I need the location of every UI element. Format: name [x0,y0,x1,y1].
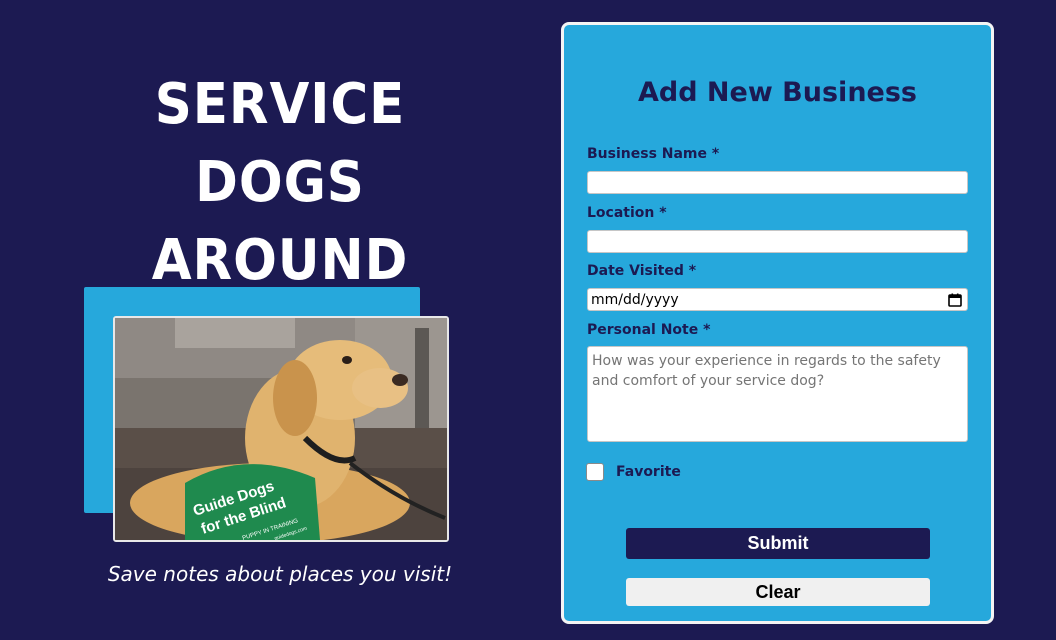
add-business-form: Add New Business Business Name * Locatio… [561,22,994,624]
business-name-label: Business Name * [587,146,720,162]
service-dog-photo: Guide Dogs for the Blind PUPPY IN TRAINI… [113,316,449,542]
calendar-icon[interactable] [948,293,962,307]
date-visited-label: Date Visited * [587,263,697,279]
date-placeholder: mm/dd/yyyy [591,291,679,308]
location-label: Location * [587,205,667,221]
clear-button[interactable]: Clear [626,578,930,606]
submit-button[interactable]: Submit [626,528,930,559]
date-visited-input[interactable]: mm/dd/yyyy [587,288,968,311]
location-input[interactable] [587,230,968,253]
business-name-input[interactable] [587,171,968,194]
personal-note-textarea[interactable]: How was your experience in regards to th… [587,346,968,442]
dog-illustration: Guide Dogs for the Blind PUPPY IN TRAINI… [115,318,447,540]
personal-note-label: Personal Note * [587,322,711,338]
form-title: Add New Business [637,77,917,108]
page-title-line-1: SERVICE DOGS [154,72,406,215]
favorite-label[interactable]: Favorite [616,464,681,480]
tagline: Save notes about places you visit! [107,562,453,586]
favorite-checkbox[interactable] [586,463,604,481]
